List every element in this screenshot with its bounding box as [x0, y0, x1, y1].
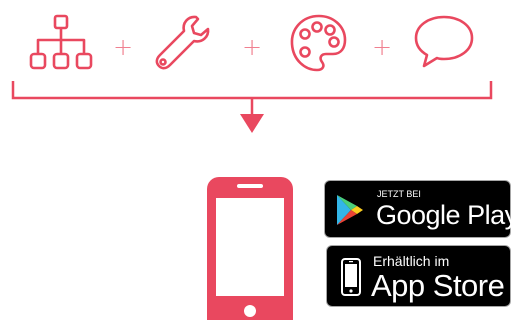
app-store-small-text: Erhältlich im: [373, 253, 450, 269]
iphone-icon: [341, 258, 361, 296]
bracket-connector: [0, 0, 511, 140]
google-play-big-text: Google Play: [376, 200, 511, 230]
google-play-small-text: JETZT BEI: [377, 189, 421, 199]
app-store-badge[interactable]: Erhältlich im App Store: [326, 245, 511, 307]
smartphone-icon: [207, 177, 293, 320]
google-play-badge[interactable]: JETZT BEI Google Play: [324, 180, 511, 238]
app-store-big-text: App Store: [371, 268, 505, 303]
google-play-icon: [335, 194, 365, 226]
down-arrow-icon: [240, 114, 264, 133]
